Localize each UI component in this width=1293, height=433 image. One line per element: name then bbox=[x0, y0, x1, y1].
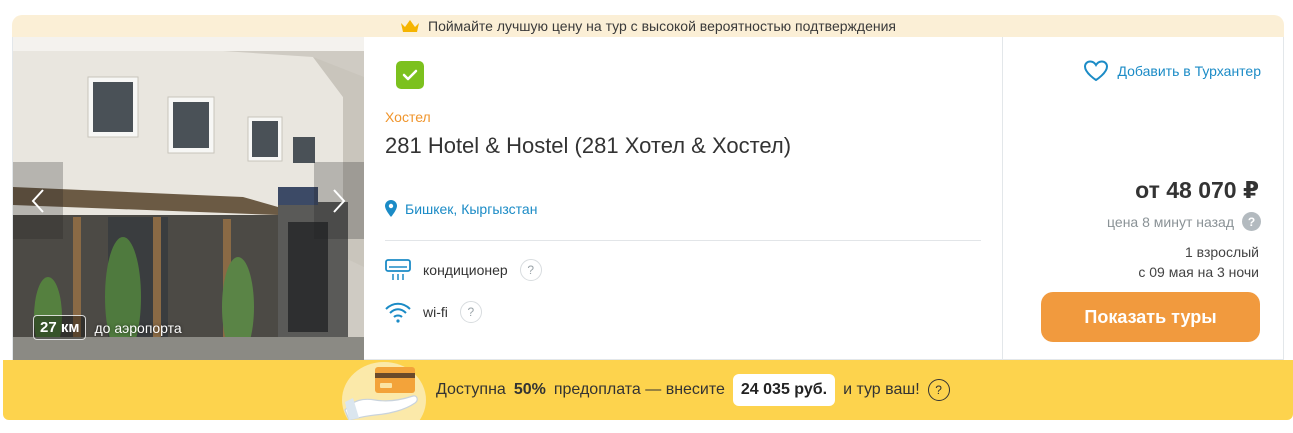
airport-distance-label: до аэропорта bbox=[94, 319, 182, 336]
promo-banner: Поймайте лучшую цену на тур с высокой ве… bbox=[12, 15, 1284, 37]
prepayment-text-after: и тур ваш! bbox=[843, 381, 920, 398]
hotel-name[interactable]: 281 Hotel & Hostel (281 Хотел & Хостел) bbox=[385, 133, 791, 159]
show-tours-button[interactable]: Показать туры bbox=[1041, 292, 1260, 342]
chevron-left-icon bbox=[31, 188, 44, 213]
add-to-favorites-button[interactable]: Добавить в Турхантер bbox=[1083, 60, 1261, 82]
amenity-wifi: wi-fi ? bbox=[385, 301, 482, 323]
heart-icon bbox=[1084, 60, 1109, 82]
airport-distance-value: 27 км bbox=[33, 315, 87, 340]
amenity-help-button[interactable]: ? bbox=[459, 301, 482, 323]
map-pin-icon bbox=[385, 200, 397, 217]
hotel-info: Хостел 281 Hotel & Hostel (281 Хотел & Х… bbox=[383, 37, 983, 360]
hotel-location-text: Бишкек, Кыргызстан bbox=[405, 200, 538, 217]
price-help-button[interactable]: ? bbox=[1242, 212, 1261, 231]
check-badge-icon bbox=[396, 61, 424, 89]
prepayment-amount: 24 035 руб. bbox=[732, 374, 836, 406]
wifi-icon bbox=[385, 302, 411, 323]
prepayment-text: Доступна 50% предоплата — внесите 24 035… bbox=[436, 360, 950, 420]
promo-banner-text: Поймайте лучшую цену на тур с высокой ве… bbox=[428, 18, 896, 34]
add-to-favorites-label: Добавить в Турхантер bbox=[1117, 63, 1261, 79]
chevron-right-icon bbox=[333, 188, 346, 213]
hotel-type: Хостел bbox=[385, 109, 431, 125]
airport-distance: 27 км до аэропорта bbox=[33, 315, 182, 340]
crown-icon bbox=[401, 20, 419, 32]
tour-price: от 48 070 ₽ bbox=[1135, 177, 1259, 203]
hotel-photo[interactable]: 27 км до аэропорта bbox=[13, 37, 364, 360]
prepayment-banner: Доступна 50% предоплата — внесите 24 035… bbox=[3, 360, 1293, 420]
air-conditioner-icon bbox=[385, 259, 411, 280]
amenity-label: wi-fi bbox=[423, 304, 448, 320]
amenity-air-conditioner: кондиционер ? bbox=[385, 259, 542, 281]
photo-prev-button[interactable] bbox=[13, 162, 63, 239]
prepayment-percent: 50% bbox=[513, 381, 546, 398]
price-age: цена 8 минут назад ? bbox=[1107, 212, 1261, 231]
prepayment-help-button[interactable]: ? bbox=[927, 379, 950, 401]
amenity-label: кондиционер bbox=[423, 262, 508, 278]
dates-info: с 09 мая на 3 ночи bbox=[1138, 264, 1259, 280]
hotel-card: 27 км до аэропорта Хостел 281 Hotel & Ho… bbox=[12, 37, 1284, 360]
pricing-panel: Добавить в Турхантер от 48 070 ₽ цена 8 … bbox=[1002, 37, 1285, 360]
photo-next-button[interactable] bbox=[314, 162, 364, 239]
hotel-location[interactable]: Бишкек, Кыргызстан bbox=[385, 200, 537, 217]
divider bbox=[385, 240, 981, 241]
price-age-text: цена 8 минут назад bbox=[1107, 213, 1234, 230]
guests-info: 1 взрослый bbox=[1185, 244, 1259, 260]
card-in-hand-icon bbox=[342, 362, 426, 420]
prepayment-text-middle: предоплата — внесите bbox=[553, 381, 725, 398]
prepayment-text-before: Доступна bbox=[436, 381, 506, 398]
amenity-help-button[interactable]: ? bbox=[519, 259, 542, 281]
hotel-building-image bbox=[13, 37, 364, 360]
